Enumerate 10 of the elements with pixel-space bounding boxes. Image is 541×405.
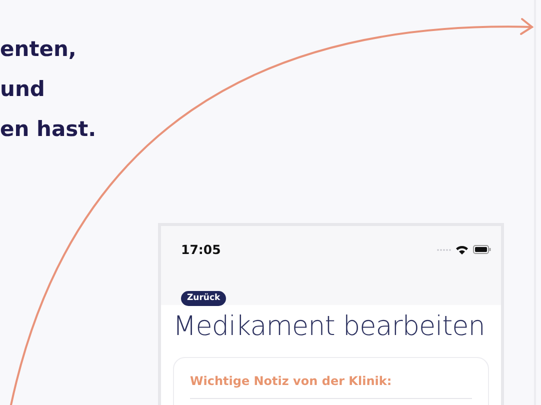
signal-icon [437, 248, 451, 252]
page-title: Medikament bearbeiten [173, 310, 486, 344]
battery-icon [473, 245, 491, 254]
wifi-icon [455, 244, 469, 254]
status-time: 17:05 [181, 242, 221, 257]
intro-text: und [0, 76, 45, 103]
note-heading: Wichtige Notiz von der Klinik: [190, 374, 393, 388]
intro-text: enten, [0, 36, 76, 63]
back-button[interactable]: Zurück [181, 291, 226, 306]
intro-text: en hast. [0, 116, 96, 143]
